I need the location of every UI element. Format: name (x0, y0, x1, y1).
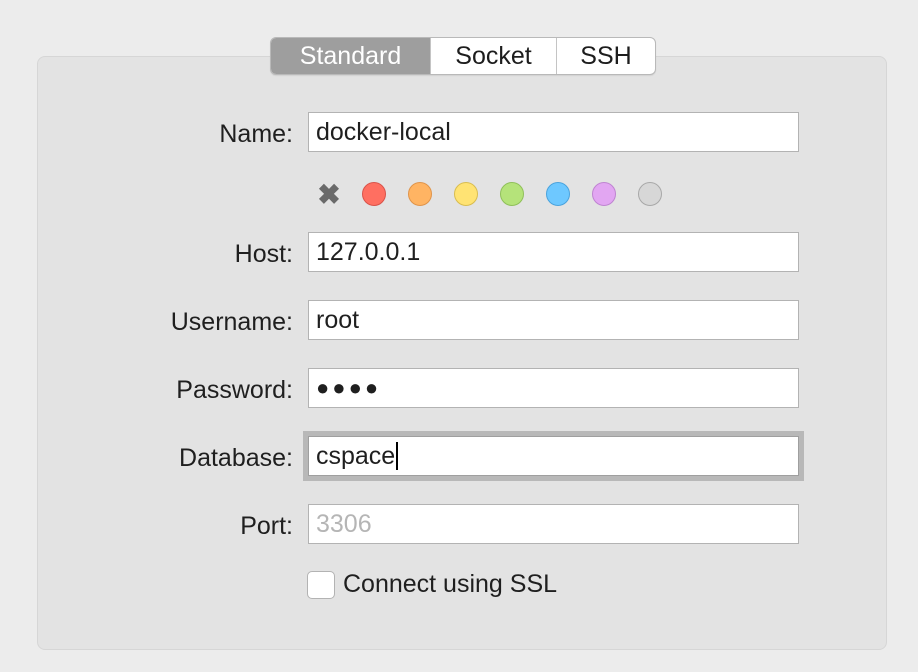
database-value: cspace (316, 441, 396, 470)
clear-color-icon[interactable]: ✖ (316, 179, 342, 210)
password-value: ●●●● (316, 375, 382, 400)
connection-type-segmented-control: Standard Socket SSH (270, 37, 656, 75)
tab-socket[interactable]: Socket (430, 38, 556, 74)
host-label: Host: (234, 240, 293, 268)
name-field[interactable]: docker-local (308, 112, 799, 152)
tab-ssh[interactable]: SSH (556, 38, 655, 74)
username-label: Username: (170, 308, 293, 336)
username-value: root (316, 305, 360, 334)
ssl-checkbox[interactable] (307, 570, 335, 599)
color-orange-swatch[interactable] (408, 182, 432, 206)
ssl-option[interactable]: Connect using SSL (307, 570, 557, 599)
ssl-label[interactable]: Connect using SSL (343, 570, 557, 599)
port-field[interactable]: 3306 (308, 504, 799, 544)
database-label: Database: (179, 444, 293, 472)
color-blue-swatch[interactable] (546, 182, 570, 206)
text-caret (396, 442, 399, 470)
color-green-swatch[interactable] (500, 182, 524, 206)
color-yellow-swatch[interactable] (454, 182, 478, 206)
username-field[interactable]: root (308, 300, 799, 340)
host-value: 127.0.0.1 (316, 237, 421, 266)
database-field[interactable]: cspace (308, 436, 799, 476)
port-label: Port: (240, 512, 293, 540)
color-purple-swatch[interactable] (592, 182, 616, 206)
color-red-swatch[interactable] (362, 182, 386, 206)
color-gray-swatch[interactable] (638, 182, 662, 206)
name-value: docker-local (316, 117, 451, 146)
host-field[interactable]: 127.0.0.1 (308, 232, 799, 272)
port-placeholder: 3306 (316, 509, 372, 538)
password-field[interactable]: ●●●● (308, 368, 799, 408)
password-label: Password: (176, 376, 293, 404)
name-label: Name: (219, 120, 293, 148)
tab-standard[interactable]: Standard (271, 38, 430, 74)
color-picker: ✖ (316, 179, 684, 210)
